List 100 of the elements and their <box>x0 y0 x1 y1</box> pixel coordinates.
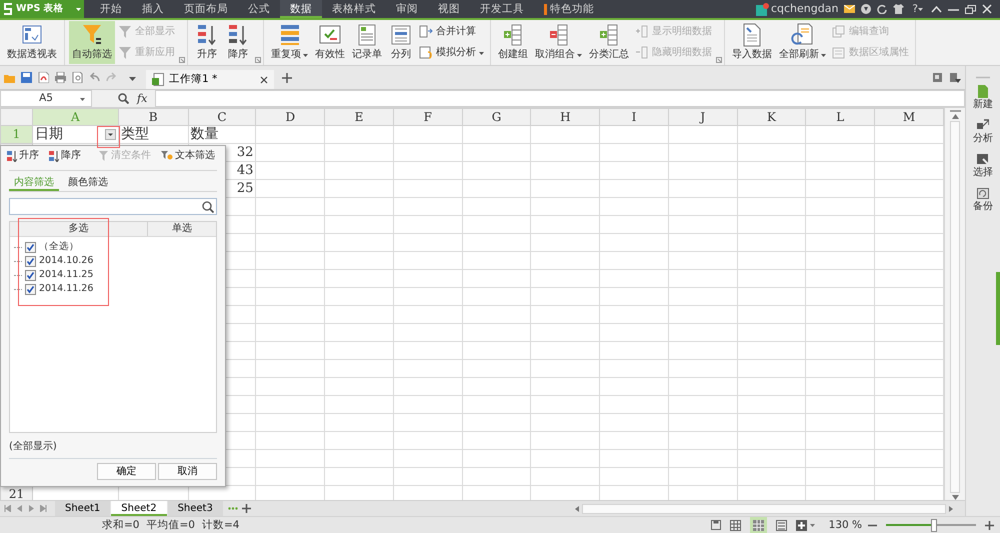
side-panel-button[interactable]: 备份 <box>973 185 993 215</box>
ribbon-button[interactable]: 合并计算 <box>417 24 486 40</box>
filter-dropdown-button[interactable] <box>104 128 116 140</box>
save-icon[interactable] <box>21 72 32 83</box>
column-header[interactable]: M <box>874 108 944 126</box>
ribbon-button[interactable]: 全部刷新 <box>776 21 829 64</box>
launcher-icon[interactable] <box>179 57 185 63</box>
column-header[interactable]: L <box>806 108 875 126</box>
side-panel-button[interactable]: 选择 <box>973 151 993 181</box>
column-header[interactable]: E <box>324 108 394 126</box>
next-sheet-icon[interactable] <box>28 505 35 512</box>
sheet-tab[interactable]: Sheet2 <box>111 501 167 516</box>
sheet-tab[interactable]: Sheet3 <box>168 501 223 516</box>
panel-toggle-handle[interactable] <box>996 272 1000 345</box>
column-header[interactable]: I <box>600 108 668 126</box>
ribbon-button[interactable]: 分列 <box>386 21 416 64</box>
menu-tab[interactable]: 插入 <box>132 0 174 18</box>
column-header[interactable]: J <box>668 108 738 126</box>
name-box[interactable]: A5 <box>0 90 92 107</box>
search-icon[interactable] <box>202 200 214 212</box>
checkbox[interactable] <box>25 284 36 294</box>
list-column-header[interactable]: 多选 <box>10 222 148 236</box>
checkbox[interactable] <box>25 242 36 252</box>
scrollbar-thumb[interactable] <box>582 504 946 514</box>
list-item-label[interactable]: 2014.11.26 <box>39 283 94 295</box>
list-column-header[interactable]: 单选 <box>148 222 216 236</box>
menu-dropdown-icon[interactable] <box>950 72 961 82</box>
menu-tab[interactable]: 审阅 <box>386 0 428 18</box>
column-header[interactable]: K <box>737 108 806 126</box>
scroll-up-icon[interactable] <box>952 114 958 119</box>
ribbon-button[interactable]: 有效性 <box>312 21 348 64</box>
ribbon-button[interactable]: 记录单 <box>349 21 385 64</box>
help-button[interactable]: ? <box>910 2 925 16</box>
column-header[interactable]: B <box>118 108 188 126</box>
scroll-left-icon[interactable] <box>575 506 579 512</box>
ribbon-button[interactable]: 取消组合 <box>532 21 585 64</box>
menu-tab[interactable]: 视图 <box>428 0 470 18</box>
ribbon-button[interactable]: 自动筛选 <box>69 21 115 64</box>
menu-tab[interactable]: 特色功能 <box>534 0 604 18</box>
ribbon-button[interactable]: 降序 <box>223 21 253 64</box>
function-button[interactable]: fx <box>137 92 148 106</box>
close-icon[interactable] <box>260 76 268 84</box>
add-sheet-icon[interactable] <box>242 504 251 513</box>
side-panel-button[interactable]: 分析 <box>973 117 993 147</box>
menu-tab[interactable]: 公式 <box>238 0 280 18</box>
dialog-button[interactable]: 确定 <box>97 463 156 480</box>
ribbon-button[interactable]: 分类汇总 <box>586 21 632 64</box>
scrollbar-thumb[interactable] <box>950 121 960 493</box>
sheet-tab[interactable]: Sheet1 <box>55 501 110 516</box>
dialog-button[interactable]: 取消 <box>158 463 217 480</box>
menu-tab[interactable]: 开发工具 <box>470 0 534 18</box>
zoom-in-icon[interactable] <box>985 520 994 530</box>
more-icon[interactable] <box>228 507 238 510</box>
checkbox[interactable] <box>25 256 36 266</box>
sort-button[interactable]: 升序 <box>5 150 41 162</box>
checkbox[interactable] <box>25 270 36 280</box>
zoom-level[interactable]: 130 % <box>828 518 862 532</box>
menu-tab[interactable]: 表格样式 <box>322 0 386 18</box>
menu-tab[interactable]: 数据 <box>280 0 322 18</box>
ribbon-button[interactable]: 模拟分析 <box>417 45 486 62</box>
side-panel-button[interactable]: 新建 <box>973 83 993 113</box>
view-mode-button[interactable] <box>750 517 767 533</box>
ribbon-button[interactable]: 创建组 <box>495 21 531 64</box>
last-sheet-icon[interactable] <box>40 505 47 512</box>
shirt-icon[interactable] <box>893 4 904 14</box>
list-item-label[interactable]: 2014.10.26 <box>39 255 94 267</box>
menu-tab[interactable]: 开始 <box>90 0 132 18</box>
launcher-icon[interactable] <box>255 57 261 63</box>
user-name[interactable]: cqchengdan <box>770 2 838 16</box>
document-tab[interactable]: 工作簿1 * <box>146 70 274 89</box>
column-header[interactable]: G <box>462 108 531 126</box>
previous-sheet-icon[interactable] <box>16 505 23 512</box>
ribbon-button[interactable]: 导入数据 <box>729 21 775 64</box>
ribbon-button[interactable]: 重复项 <box>268 21 311 64</box>
search-field[interactable] <box>9 198 217 215</box>
scroll-right-icon[interactable] <box>949 506 953 512</box>
menu-tab[interactable]: 页面布局 <box>174 0 238 18</box>
print-preview-icon[interactable] <box>72 72 83 83</box>
collapse-icon[interactable] <box>931 6 942 12</box>
formula-input[interactable] <box>155 90 965 107</box>
fullscreen-icon[interactable] <box>796 520 807 530</box>
mail-icon[interactable] <box>844 5 856 13</box>
column-header[interactable]: H <box>530 108 600 126</box>
column-header[interactable]: C <box>188 108 256 126</box>
undo-icon[interactable] <box>89 72 100 83</box>
list-item-label[interactable]: 2014.11.25 <box>39 269 94 281</box>
panel-handle-icon[interactable] <box>976 76 990 79</box>
window-icon[interactable] <box>933 73 942 82</box>
ribbon-button[interactable]: 升序 <box>192 21 222 64</box>
pdf-icon[interactable] <box>38 72 49 83</box>
slider-thumb[interactable] <box>930 518 937 532</box>
column-header[interactable]: F <box>393 108 462 126</box>
print-icon[interactable] <box>55 72 66 83</box>
restore-icon[interactable] <box>965 4 976 14</box>
zoom-slider[interactable] <box>883 518 979 532</box>
zoom-search-icon[interactable] <box>118 93 129 104</box>
refresh-icon[interactable] <box>877 4 888 14</box>
filter-tab[interactable]: 颜色筛选 <box>63 175 113 191</box>
first-sheet-icon[interactable] <box>4 505 11 512</box>
list-item-label[interactable]: （全选） <box>39 241 79 253</box>
